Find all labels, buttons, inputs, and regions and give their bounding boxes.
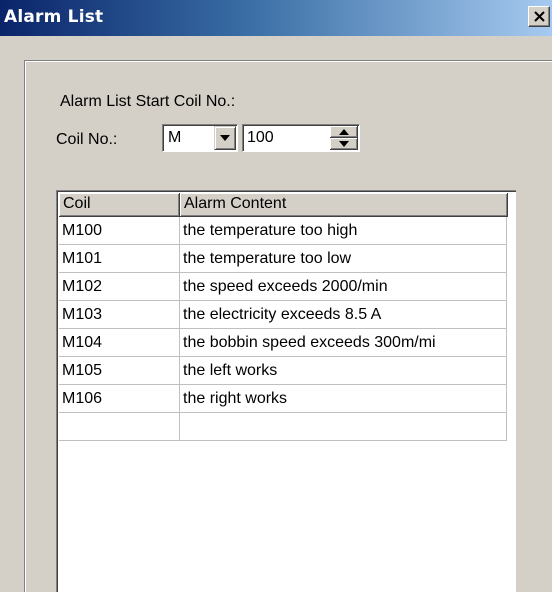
table-row[interactable]: M102 the speed exceeds 2000/min bbox=[59, 273, 516, 301]
start-coil-caption: Alarm List Start Coil No.: bbox=[60, 93, 236, 110]
table-row[interactable]: M105 the left works bbox=[59, 357, 516, 385]
coil-number-spin-buttons bbox=[330, 126, 358, 150]
close-button[interactable] bbox=[528, 6, 550, 27]
coil-type-select[interactable]: M bbox=[162, 124, 238, 152]
alarm-content-cell[interactable]: the bobbin speed exceeds 300m/mi bbox=[180, 329, 507, 357]
arrow-down-icon bbox=[339, 141, 349, 147]
coil-cell[interactable]: M101 bbox=[59, 245, 180, 273]
alarm-content-cell[interactable]: the left works bbox=[180, 357, 507, 385]
alarm-content-cell[interactable]: the electricity exceeds 8.5 A bbox=[180, 301, 507, 329]
table-row[interactable]: M106 the right works bbox=[59, 385, 516, 413]
coil-cell[interactable]: M100 bbox=[59, 217, 180, 245]
coil-cell[interactable]: M102 bbox=[59, 273, 180, 301]
close-icon bbox=[534, 11, 545, 22]
column-header-alarm-content[interactable]: Alarm Content bbox=[180, 193, 508, 217]
coil-type-dropdown-button[interactable] bbox=[214, 126, 236, 150]
table-row[interactable]: M100 the temperature too high bbox=[59, 217, 516, 245]
coil-cell[interactable]: M104 bbox=[59, 329, 180, 357]
alarm-content-cell[interactable]: the right works bbox=[180, 385, 507, 413]
table-row[interactable]: M104 the bobbin speed exceeds 300m/mi bbox=[59, 329, 516, 357]
alarm-list-dialog: Alarm List Alarm List Start Coil No.: Co… bbox=[0, 0, 552, 592]
table-row[interactable]: M101 the temperature too low bbox=[59, 245, 516, 273]
arrow-up-icon bbox=[339, 129, 349, 135]
table-row[interactable] bbox=[59, 413, 516, 441]
coil-cell[interactable]: M105 bbox=[59, 357, 180, 385]
spin-down-button[interactable] bbox=[330, 138, 358, 150]
coil-type-value: M bbox=[168, 129, 182, 146]
coil-cell[interactable] bbox=[59, 413, 180, 441]
title-bar[interactable]: Alarm List bbox=[0, 0, 552, 36]
window-title: Alarm List bbox=[4, 7, 104, 27]
alarm-content-cell[interactable]: the temperature too low bbox=[180, 245, 507, 273]
column-header-coil[interactable]: Coil bbox=[59, 193, 180, 217]
alarm-table[interactable]: Coil Alarm Content M100 the temperature … bbox=[56, 190, 516, 592]
alarm-content-cell[interactable]: the speed exceeds 2000/min bbox=[180, 273, 507, 301]
coil-number-spinbox[interactable]: 100 bbox=[242, 124, 360, 152]
alarm-content-cell[interactable]: the temperature too high bbox=[180, 217, 507, 245]
spin-up-button[interactable] bbox=[330, 126, 358, 138]
chevron-down-icon bbox=[220, 135, 230, 141]
alarm-content-cell[interactable] bbox=[180, 413, 507, 441]
table-header: Coil Alarm Content bbox=[59, 193, 516, 217]
coil-cell[interactable]: M103 bbox=[59, 301, 180, 329]
coil-number-value[interactable]: 100 bbox=[247, 128, 274, 148]
coil-no-label: Coil No.: bbox=[56, 131, 118, 148]
table-row[interactable]: M103 the electricity exceeds 8.5 A bbox=[59, 301, 516, 329]
table-body: M100 the temperature too high M101 the t… bbox=[59, 217, 516, 441]
coil-cell[interactable]: M106 bbox=[59, 385, 180, 413]
